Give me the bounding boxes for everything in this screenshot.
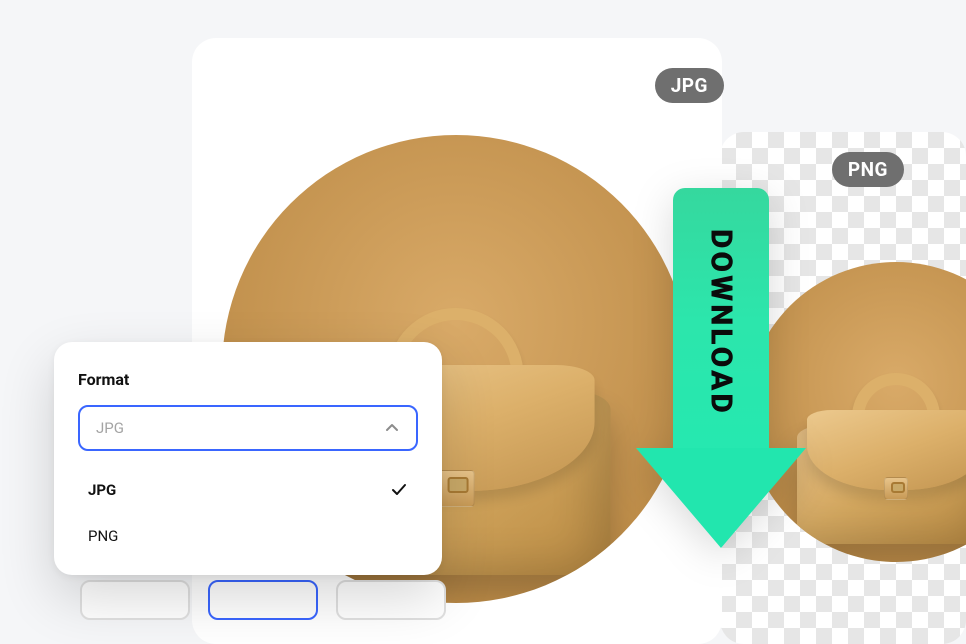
format-select[interactable]: JPG — [78, 405, 418, 451]
ghost-button[interactable] — [336, 580, 446, 620]
ghost-button-primary[interactable] — [208, 580, 318, 620]
option-label: JPG — [88, 481, 116, 499]
format-badge-png: PNG — [832, 152, 904, 187]
format-option-jpg[interactable]: JPG — [78, 467, 418, 513]
format-panel: Format JPG JPG PNG — [54, 342, 442, 575]
download-arrow[interactable]: DOWNLOAD — [636, 188, 806, 548]
format-option-list: JPG PNG — [78, 461, 418, 559]
format-select-value: JPG — [96, 419, 124, 437]
chevron-up-icon — [384, 420, 400, 436]
arrow-down-icon — [636, 448, 806, 548]
format-title: Format — [78, 370, 418, 389]
format-option-png[interactable]: PNG — [78, 513, 418, 559]
handbag-illustration — [797, 376, 966, 544]
format-badge-jpg: JPG — [655, 68, 724, 103]
ghost-button[interactable] — [80, 580, 190, 620]
panel-action-row — [80, 580, 446, 620]
check-icon — [390, 481, 408, 499]
option-label: PNG — [88, 527, 118, 545]
download-label: DOWNLOAD — [704, 229, 739, 416]
